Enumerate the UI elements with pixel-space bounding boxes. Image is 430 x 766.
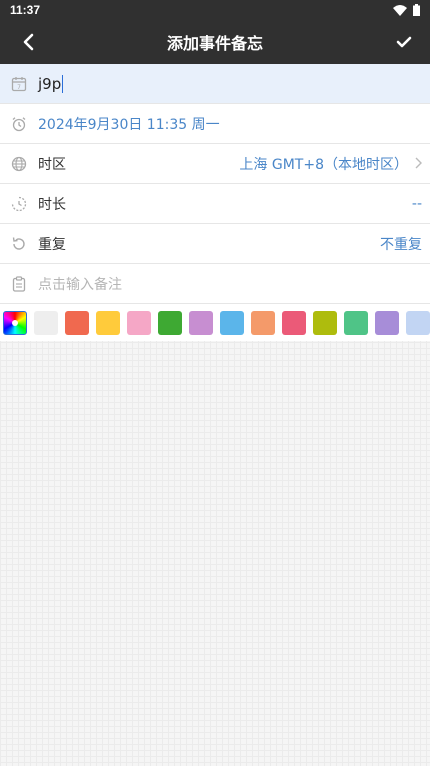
back-button[interactable]: [16, 30, 40, 54]
note-input[interactable]: 点击输入备注: [38, 274, 422, 294]
timezone-value: 上海 GMT+8（本地时区）: [239, 156, 408, 173]
chevron-right-icon: [414, 154, 422, 173]
calendar-icon: 7: [10, 75, 28, 93]
status-time: 11:37: [10, 3, 41, 17]
color-swatch[interactable]: [282, 310, 306, 335]
svg-text:7: 7: [17, 84, 21, 91]
battery-icon: [413, 4, 420, 16]
page-title: 添加事件备忘: [166, 34, 263, 53]
title-row[interactable]: 7 j9p: [0, 64, 430, 104]
color-swatch[interactable]: [34, 310, 58, 335]
duration-label: 时长: [38, 196, 66, 213]
color-swatch[interactable]: [344, 310, 368, 335]
repeat-row[interactable]: 重复 不重复: [0, 224, 430, 264]
note-row[interactable]: 点击输入备注: [0, 264, 430, 304]
color-palette: [0, 304, 430, 341]
globe-icon: [10, 155, 28, 173]
repeat-label: 重复: [38, 236, 66, 253]
status-bar: 11:37: [0, 0, 430, 20]
color-swatch[interactable]: [220, 310, 244, 335]
datetime-row[interactable]: 2024年9月30日 11:35 周一: [0, 104, 430, 144]
alarm-clock-icon: [10, 115, 28, 133]
duration-value: --: [411, 195, 422, 212]
repeat-icon: [10, 235, 28, 253]
wifi-icon: [393, 4, 407, 16]
title-input[interactable]: j9p: [38, 75, 61, 93]
color-swatch[interactable]: [127, 310, 151, 335]
datetime-value[interactable]: 2024年9月30日 11:35 周一: [38, 114, 422, 134]
color-swatch[interactable]: [158, 310, 182, 335]
status-icons: [393, 4, 420, 16]
repeat-value: 不重复: [380, 236, 422, 253]
timezone-label: 时区: [38, 156, 66, 173]
clipboard-icon: [10, 275, 28, 293]
color-swatch[interactable]: [189, 310, 213, 335]
save-button[interactable]: [392, 30, 416, 54]
text-cursor: [62, 74, 64, 93]
color-swatch[interactable]: [251, 310, 275, 335]
custom-color-picker[interactable]: [3, 310, 27, 335]
event-form: 7 j9p 2024年9月30日 11:35 周一 时区 上海 GMT+8（本地…: [0, 64, 430, 341]
timer-icon: [10, 195, 28, 213]
color-swatch[interactable]: [313, 310, 337, 335]
color-swatch[interactable]: [65, 310, 89, 335]
color-swatch[interactable]: [375, 310, 399, 335]
duration-row[interactable]: 时长 --: [0, 184, 430, 224]
color-swatch[interactable]: [406, 310, 430, 335]
timezone-row[interactable]: 时区 上海 GMT+8（本地时区）: [0, 144, 430, 184]
color-swatch[interactable]: [96, 310, 120, 335]
check-icon: [396, 36, 412, 48]
app-bar: 添加事件备忘: [0, 20, 430, 64]
chevron-left-icon: [23, 33, 34, 51]
